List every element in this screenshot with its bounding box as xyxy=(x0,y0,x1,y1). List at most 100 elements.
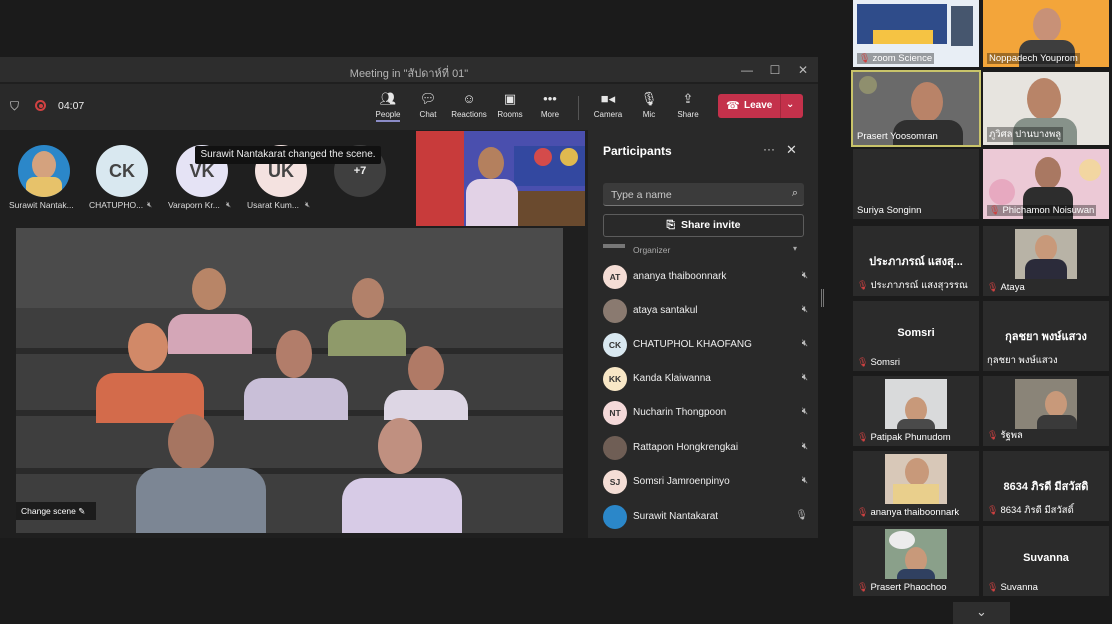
tile-name: Noppadech Youprom xyxy=(987,53,1080,64)
participant-row[interactable]: ataya santakul 🔇︎ xyxy=(603,296,808,326)
mic-button[interactable]: 🎙︎ Mic xyxy=(627,91,671,120)
participant-row[interactable]: Surawit Nantakarat 🎙︎ xyxy=(603,502,808,532)
chevron-down-icon[interactable]: ⌄ xyxy=(786,99,794,110)
rooms-icon: ▣ xyxy=(503,91,517,106)
video-tile[interactable]: ประภาภรณ์ แสงสุ... 🎙︎ ประภาภรณ์ แสงสุวรรณ xyxy=(853,226,979,296)
chat-button[interactable]: 💬︎ Chat xyxy=(406,92,450,120)
organizer-section-header[interactable]: Organizer xyxy=(603,244,670,255)
video-tile[interactable]: Suvanna 🎙︎ Suvanna xyxy=(983,526,1109,596)
mic-off-icon: 🔇︎ xyxy=(801,270,808,281)
main-stage-video[interactable]: Change scene ✎ xyxy=(16,228,563,533)
tile-display-name: กุลชยา พงษ์แสวง xyxy=(1005,331,1087,343)
participant-name: ataya santakul xyxy=(633,305,698,316)
tile-name: 🎙︎ ประภาภรณ์ แสงสุวรรณ xyxy=(857,280,968,291)
mic-off-icon: 🎙︎ xyxy=(859,53,871,63)
participant-name: Rattapon Hongkrengkai xyxy=(633,442,739,453)
more-icon: ••• xyxy=(543,91,557,106)
tile-name: 🎙︎ Prasert Phaochoo xyxy=(857,582,947,593)
participant-row[interactable]: AT ananya thaiboonnark 🔇︎ xyxy=(603,262,808,292)
mic-off-icon: 🔇︎ xyxy=(801,372,808,383)
participant-row[interactable]: NT Nucharin Thongpoon 🔇︎ xyxy=(603,398,808,428)
maximize-icon[interactable]: ☐ xyxy=(766,62,784,78)
avatar-name: CHATUPHO... xyxy=(89,200,144,210)
avatar[interactable]: CK xyxy=(96,145,148,197)
participant-name: ananya thaiboonnark xyxy=(633,271,727,282)
search-icon[interactable]: ⌕ xyxy=(792,187,798,200)
video-tile[interactable]: Suriya Songinn xyxy=(853,149,979,219)
presenter-video[interactable] xyxy=(416,131,585,226)
mic-icon: 🎙︎ xyxy=(640,91,658,106)
video-tile[interactable]: 🎙︎ Prasert Phaochoo xyxy=(853,526,979,596)
avatar: AT xyxy=(603,265,627,289)
participant-name: Kanda Klaiwanna xyxy=(633,373,711,384)
search-field[interactable]: ⌕ xyxy=(603,183,804,206)
video-tile[interactable]: 🎙︎ Patipak Phunudom xyxy=(853,376,979,446)
tile-display-name: Somsri xyxy=(897,327,935,339)
participant-row[interactable]: Rattapon Hongkrengkai 🔇︎ xyxy=(603,433,808,463)
change-scene-label: Change scene xyxy=(21,506,76,516)
participant-face xyxy=(911,82,943,122)
share-button[interactable]: ⇪ Share xyxy=(666,92,710,120)
change-scene-button[interactable]: Change scene ✎ xyxy=(16,502,96,520)
video-tile[interactable]: Noppadech Youprom xyxy=(983,0,1109,67)
splitter-handle[interactable] xyxy=(821,289,824,307)
mic-off-icon: 🎙︎ xyxy=(987,282,999,292)
tile-name: 🎙︎ Phichamon Noisuwan xyxy=(987,205,1097,216)
mic-label: Mic xyxy=(642,110,656,119)
student-face xyxy=(378,418,422,474)
close-icon[interactable]: ✕ xyxy=(794,62,812,78)
avatar-name: Varaporn Kr... xyxy=(168,200,220,210)
shield-icon[interactable]: ⛉ xyxy=(10,99,19,114)
participant-row[interactable]: KK Kanda Klaiwanna 🔇︎ xyxy=(603,364,808,394)
people-label: People xyxy=(375,110,401,122)
minimize-icon[interactable]: — xyxy=(738,62,756,78)
video-tile[interactable]: 🎙︎ ananya thaiboonnark xyxy=(853,451,979,521)
people-icon: 👥︎ xyxy=(379,91,397,106)
tile-name: 🎙︎ zoom Science xyxy=(857,53,935,64)
participant-name: Nucharin Thongpoon xyxy=(633,407,727,418)
avatar: KK xyxy=(603,367,627,391)
video-tile[interactable]: ภูวิศล ปานบางพลู xyxy=(983,72,1109,145)
rooms-label: Rooms xyxy=(497,110,523,119)
video-tile[interactable]: 🎙︎ zoom Science xyxy=(853,0,979,67)
chevron-down-icon: ⌄ xyxy=(976,604,987,619)
reactions-button[interactable]: ☺ Reactions xyxy=(447,92,491,120)
scroll-down-button[interactable]: ⌄ xyxy=(953,602,1010,624)
tile-display-name: 8634 ภิรดี มีสวัสดิ xyxy=(1003,481,1089,493)
avatar-face xyxy=(32,151,56,179)
rooms-button[interactable]: ▣ Rooms xyxy=(488,91,532,120)
close-panel-icon[interactable]: ✕ xyxy=(786,142,797,158)
participant-row[interactable]: CK CHATUPHOL KHAOFANG 🔇︎ xyxy=(603,330,808,360)
student-face xyxy=(192,268,226,310)
video-tile[interactable]: 🎙︎ Phichamon Noisuwan xyxy=(983,149,1109,219)
chevron-down-icon[interactable]: ▾ xyxy=(793,244,797,253)
avatar: CK xyxy=(603,333,627,357)
video-tile[interactable]: Somsri 🎙︎ Somsri xyxy=(853,301,979,371)
participant-name: CHATUPHOL KHAOFANG xyxy=(633,339,752,350)
mic-off-icon: 🎙︎ xyxy=(987,430,999,440)
people-button[interactable]: 👥︎ People xyxy=(366,91,410,122)
tile-name: 🎙︎ Patipak Phunudom xyxy=(857,432,951,443)
video-tile[interactable]: 🎙︎ Ataya xyxy=(983,226,1109,296)
video-tile[interactable]: 🎙︎ รัฐพล xyxy=(983,376,1109,446)
presenter-face xyxy=(478,147,504,179)
student-face xyxy=(352,278,384,318)
avatar[interactable] xyxy=(18,145,70,197)
more-button[interactable]: ••• More xyxy=(528,91,572,120)
reactions-label: Reactions xyxy=(451,110,487,119)
mic-icon: 🎙︎ xyxy=(795,510,808,521)
active-speaker-tile[interactable]: Prasert Yoosomran xyxy=(851,70,981,147)
mic-off-icon: 🔇︎ xyxy=(801,338,808,349)
window-titlebar: Meeting in "สัปดาห์ที่ 01" — ☐ ✕ xyxy=(0,57,818,83)
leave-button[interactable]: ☎ Leave ⌄ xyxy=(718,94,803,118)
video-tile[interactable]: กุลชยา พงษ์แสวง กุลชยา พงษ์แสวง xyxy=(983,301,1109,371)
more-options-icon[interactable]: ··· xyxy=(763,142,775,156)
share-invite-button[interactable]: ⎘ Share invite xyxy=(603,214,804,237)
participant-row[interactable]: SJ Somsri Jamroenpinyo 🔇︎ xyxy=(603,467,808,497)
scene-change-tooltip: Surawit Nantakarat changed the scene. xyxy=(195,146,381,164)
search-input[interactable] xyxy=(611,187,781,202)
video-tile[interactable]: 8634 ภิรดี มีสวัสดิ 🎙︎ 8634 ภิรดี มีสวัสด… xyxy=(983,451,1109,521)
avatar: SJ xyxy=(603,470,627,494)
camera-button[interactable]: ■◂ Camera xyxy=(586,92,630,120)
recording-icon xyxy=(35,100,46,111)
